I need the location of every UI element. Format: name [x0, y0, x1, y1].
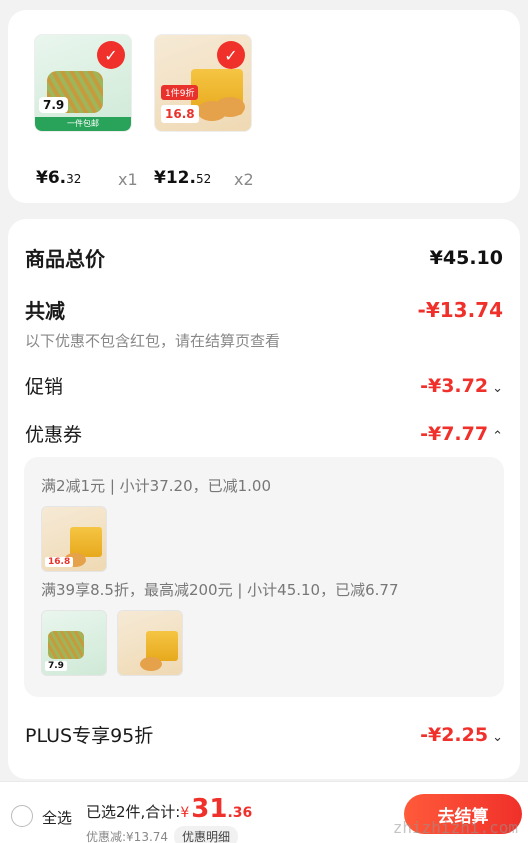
- coupon-value-wrap: -¥7.77 ⌃: [420, 423, 503, 445]
- bun-image: [215, 97, 245, 117]
- promo-value: -¥3.72: [420, 374, 489, 397]
- sum-integer: 31: [191, 794, 228, 824]
- price-summary-card: 商品总价 ¥45.10 共减 -¥13.74 以下优惠不包含红包，请在结算页查看…: [8, 219, 520, 779]
- product-price: ¥12.52: [154, 168, 212, 188]
- product-qty: x1: [118, 170, 138, 189]
- product-thumb-snack[interactable]: ✓ 7.9 一件包邮: [34, 34, 132, 132]
- discount-label: 共减: [25, 299, 65, 323]
- promo-value-wrap: -¥3.72 ⌄: [420, 375, 503, 397]
- thumb-price-tag: 16.8: [161, 105, 199, 123]
- coupon-row[interactable]: 优惠券 -¥7.77 ⌃: [25, 420, 503, 447]
- watermark-logo: zhizhizhi.com: [392, 818, 518, 837]
- bun-image: [140, 657, 162, 671]
- thumb-banner: 一件包邮: [35, 117, 131, 131]
- thumb-price-tag: 7.9: [39, 97, 69, 113]
- checkout-bar: 全选 已选2件,合计: ¥ 31 .36 优惠减:¥13.74 优惠明细 去结算…: [0, 781, 528, 843]
- total-label: 商品总价: [25, 247, 105, 271]
- coupon-detail-panel: 满2减1元 | 小计37.20，已减1.00 16.8 满39享8.5折，最高减…: [24, 457, 504, 697]
- plus-value-wrap: -¥2.25 ⌄: [420, 724, 503, 746]
- discount-detail-button[interactable]: 优惠明细: [174, 826, 239, 843]
- plus-value: -¥2.25: [420, 723, 489, 746]
- select-all-label[interactable]: 全选: [42, 807, 72, 828]
- coupon-value: -¥7.77: [420, 422, 489, 445]
- total-sum: 已选2件,合计: ¥ 31 .36: [86, 794, 252, 824]
- product-qty: x2: [234, 170, 254, 189]
- sum-currency: ¥: [180, 805, 190, 821]
- promo-row[interactable]: 促销 -¥3.72 ⌄: [25, 372, 503, 399]
- select-all-radio[interactable]: [11, 805, 33, 827]
- coupon-item-bread[interactable]: [117, 610, 183, 676]
- snack-image: [48, 631, 84, 659]
- discount-value: -¥13.74: [417, 297, 503, 322]
- coupon-item-bread[interactable]: 16.8: [41, 506, 107, 572]
- total-value: ¥45.10: [429, 246, 503, 269]
- promo-label: 促销: [25, 376, 64, 398]
- mini-price-tag: 16.8: [45, 557, 74, 567]
- discount-row: 共减 -¥13.74: [25, 295, 503, 324]
- coupon-item-snack[interactable]: 7.9: [41, 610, 107, 676]
- check-icon[interactable]: ✓: [217, 41, 245, 69]
- total-row: 商品总价 ¥45.10: [25, 243, 503, 272]
- coupon-label: 优惠券: [25, 424, 83, 446]
- discount-summary: 优惠减:¥13.74 优惠明细: [86, 826, 239, 843]
- product-price: ¥6.32: [36, 168, 82, 188]
- chevron-down-icon[interactable]: ⌄: [492, 381, 503, 396]
- coupon-rule-1: 满2减1元 | 小计37.20，已减1.00: [41, 477, 272, 495]
- product-thumb-bread[interactable]: ✓ 1件9折 16.8: [154, 34, 252, 132]
- plus-row[interactable]: PLUS专享95折 -¥2.25 ⌄: [25, 721, 503, 748]
- chevron-down-icon[interactable]: ⌄: [492, 730, 503, 745]
- sum-decimal: .36: [227, 805, 253, 821]
- plus-label: PLUS专享95折: [25, 725, 154, 747]
- thumb-discount-tag: 1件9折: [161, 85, 199, 100]
- mini-price-tag: 7.9: [45, 661, 67, 671]
- chevron-up-icon[interactable]: ⌃: [492, 429, 503, 444]
- check-icon[interactable]: ✓: [97, 41, 125, 69]
- selected-count-text: 已选2件,合计:: [86, 803, 181, 821]
- selected-products-card: ✓ 7.9 一件包邮 ✓ 1件9折 16.8 ¥6.32 x1 ¥12.52 x…: [8, 10, 520, 203]
- discount-note: 以下优惠不包含红包，请在结算页查看: [25, 332, 281, 350]
- coupon-rule-2: 满39享8.5折，最高减200元 | 小计45.10，已减6.77: [41, 581, 399, 599]
- discount-text: 优惠减:¥13.74: [86, 830, 169, 843]
